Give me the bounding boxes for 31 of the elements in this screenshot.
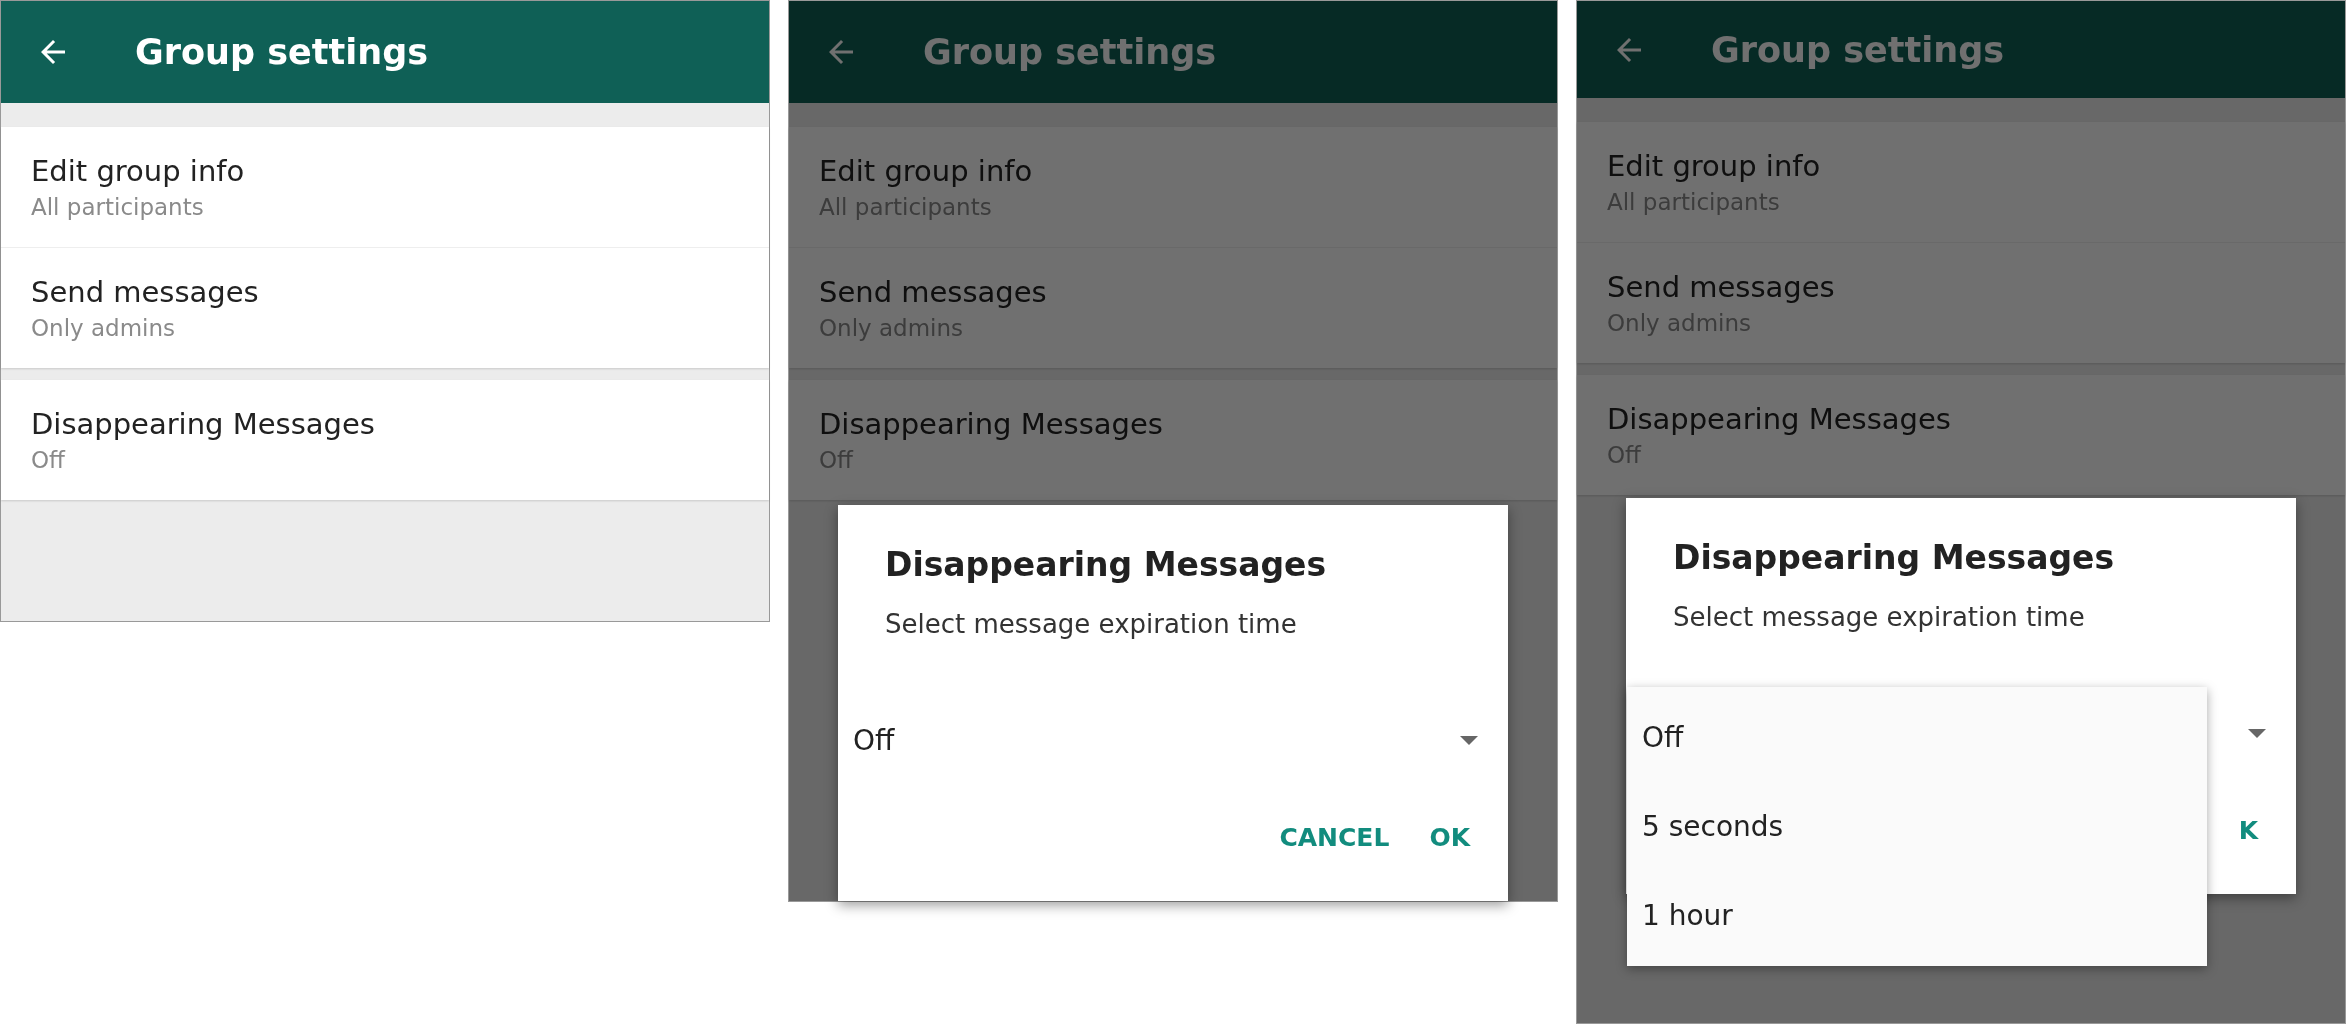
menu-option[interactable]: Off <box>1627 693 2207 782</box>
settings-item[interactable]: Disappearing Messages Off <box>1 380 769 500</box>
item-title: Send messages <box>819 275 1048 309</box>
dialog-button[interactable]: CANCEL <box>1279 823 1390 852</box>
item-title: Edit group info <box>1607 149 1822 183</box>
menu-option[interactable]: 1 hour <box>1627 871 2207 960</box>
dialog-title: Disappearing Messages <box>885 545 1327 584</box>
item-title: Disappearing Messages <box>31 407 376 441</box>
item-title: Disappearing Messages <box>819 407 1164 441</box>
item-title: Disappearing Messages <box>1607 402 1952 436</box>
screen-title: Group settings <box>1711 29 2005 70</box>
item-title: Edit group info <box>819 154 1034 188</box>
screen-title: Group settings <box>135 32 429 72</box>
caret-icon[interactable] <box>2248 728 2266 738</box>
dialog-subtitle: Select message expiration time <box>1673 602 2085 632</box>
item-subtitle: Off <box>31 447 67 473</box>
screen-title: Group settings <box>923 32 1217 72</box>
caret-icon[interactable] <box>1460 735 1478 745</box>
dialog-title: Disappearing Messages <box>1673 538 2115 577</box>
menu-option[interactable]: 5 seconds <box>1627 782 2207 871</box>
dialog-button[interactable]: OK <box>1429 823 1470 852</box>
dropdown-value[interactable]: Off <box>853 723 895 757</box>
item-subtitle: Only admins <box>31 315 177 341</box>
item-title: Send messages <box>1607 270 1836 304</box>
settings-item[interactable]: Edit group info All participants <box>1 127 769 247</box>
dialog-button[interactable]: K <box>2238 816 2258 845</box>
dialog-subtitle: Select message expiration time <box>885 609 1297 639</box>
item-title: Edit group info <box>31 154 246 188</box>
item-title: Send messages <box>31 275 260 309</box>
settings-item[interactable]: Send messages Only admins <box>1 247 769 368</box>
item-subtitle: All participants <box>31 194 205 220</box>
